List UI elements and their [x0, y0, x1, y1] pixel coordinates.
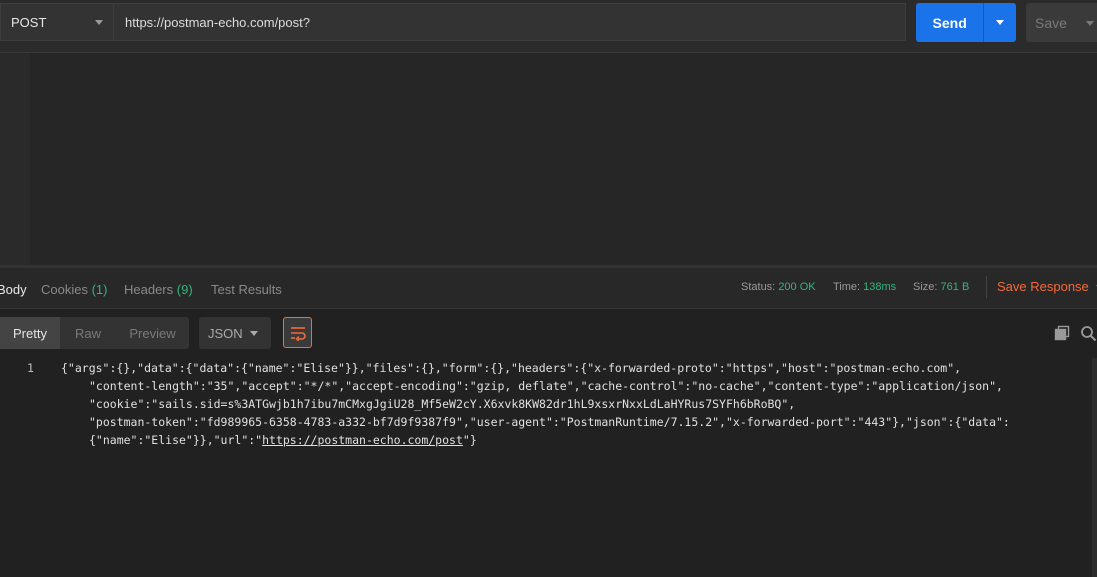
tab-cookies[interactable]: Cookies (1) — [41, 282, 107, 297]
copy-icon[interactable] — [1054, 325, 1070, 341]
time-label: Time: — [833, 281, 861, 293]
line-number: 1 — [27, 361, 34, 375]
save-button[interactable]: Save — [1026, 3, 1097, 42]
url-input[interactable]: https://postman-echo.com/post? — [113, 3, 906, 41]
status-label: Status: — [741, 281, 776, 293]
tab-test-results[interactable]: Test Results — [211, 282, 282, 297]
tab-cookies-label: Cookies — [41, 282, 88, 297]
time-stat: Time: 138ms — [833, 281, 896, 293]
code-line-last: {"name":"Elise"}},"url":"https://postman… — [89, 433, 477, 447]
format-select[interactable]: JSON — [199, 317, 271, 349]
send-options-button[interactable] — [983, 3, 1016, 42]
tab-cookies-count: (1) — [91, 282, 108, 297]
tab-test-results-label: Test Results — [211, 282, 282, 297]
size-stat: Size: 761 B — [913, 281, 969, 293]
response-url-link[interactable]: https://postman-echo.com/post — [262, 433, 463, 447]
code-line: "postman-token":"fd989965-6358-4783-a332… — [89, 415, 1010, 429]
format-label: JSON — [208, 325, 243, 341]
vertical-scrollbar[interactable] — [1092, 358, 1097, 577]
code-line: "content-length":"35","accept":"*/*","ac… — [89, 379, 1003, 393]
view-mode-raw[interactable]: Raw — [60, 317, 116, 349]
time-value[interactable]: 138ms — [863, 281, 896, 293]
response-header-bar: Body Cookies (1) Headers (9) Test Result… — [0, 268, 1097, 309]
send-button-group: Send — [916, 3, 1016, 42]
status-value[interactable]: 200 OK — [778, 281, 815, 293]
code-line: "cookie":"sails.sid=s%3ATGwjb1h7ibu7mCMx… — [89, 397, 796, 411]
wrap-lines-button[interactable] — [283, 317, 312, 348]
send-button[interactable]: Send — [916, 3, 983, 42]
method-label: POST — [11, 14, 47, 30]
view-mode-toggle: Pretty Raw Preview — [0, 317, 189, 349]
view-mode-pretty[interactable]: Pretty — [0, 317, 60, 349]
divider — [986, 276, 987, 298]
tab-headers-count: (9) — [176, 282, 193, 297]
code-text: {"name":"Elise"}},"url":" — [89, 433, 263, 447]
tab-body-label: Body — [0, 282, 27, 297]
status-stat: Status: 200 OK — [741, 281, 816, 293]
tab-body[interactable]: Body — [0, 282, 27, 297]
request-bar: POST https://postman-echo.com/post? Send… — [0, 0, 1097, 53]
editor-gutter — [0, 53, 30, 265]
chevron-down-icon — [95, 20, 103, 25]
chevron-down-icon — [996, 20, 1005, 25]
view-mode-preview[interactable]: Preview — [116, 317, 189, 349]
size-label: Size: — [913, 281, 938, 293]
url-value: https://postman-echo.com/post? — [125, 14, 310, 30]
chevron-down-icon — [250, 331, 258, 336]
save-response-button[interactable]: Save Response — [997, 279, 1097, 294]
tab-headers[interactable]: Headers (9) — [124, 282, 193, 297]
response-body-viewer[interactable]: 1 {"args":{},"data":{"data":{"name":"Eli… — [0, 358, 1092, 577]
wrap-lines-icon — [290, 326, 306, 341]
search-icon[interactable] — [1080, 325, 1097, 342]
response-toolbar: Pretty Raw Preview JSON — [0, 309, 1097, 358]
chevron-down-icon — [1086, 21, 1094, 26]
method-select[interactable]: POST — [0, 3, 113, 41]
save-response-label: Save Response — [997, 279, 1089, 294]
code-text: "} — [462, 433, 477, 447]
tab-headers-label: Headers — [124, 282, 174, 297]
request-body-editor[interactable] — [0, 53, 1097, 265]
code-line: {"args":{},"data":{"data":{"name":"Elise… — [61, 361, 962, 375]
save-label: Save — [1035, 14, 1067, 31]
size-value[interactable]: 761 B — [941, 281, 970, 293]
